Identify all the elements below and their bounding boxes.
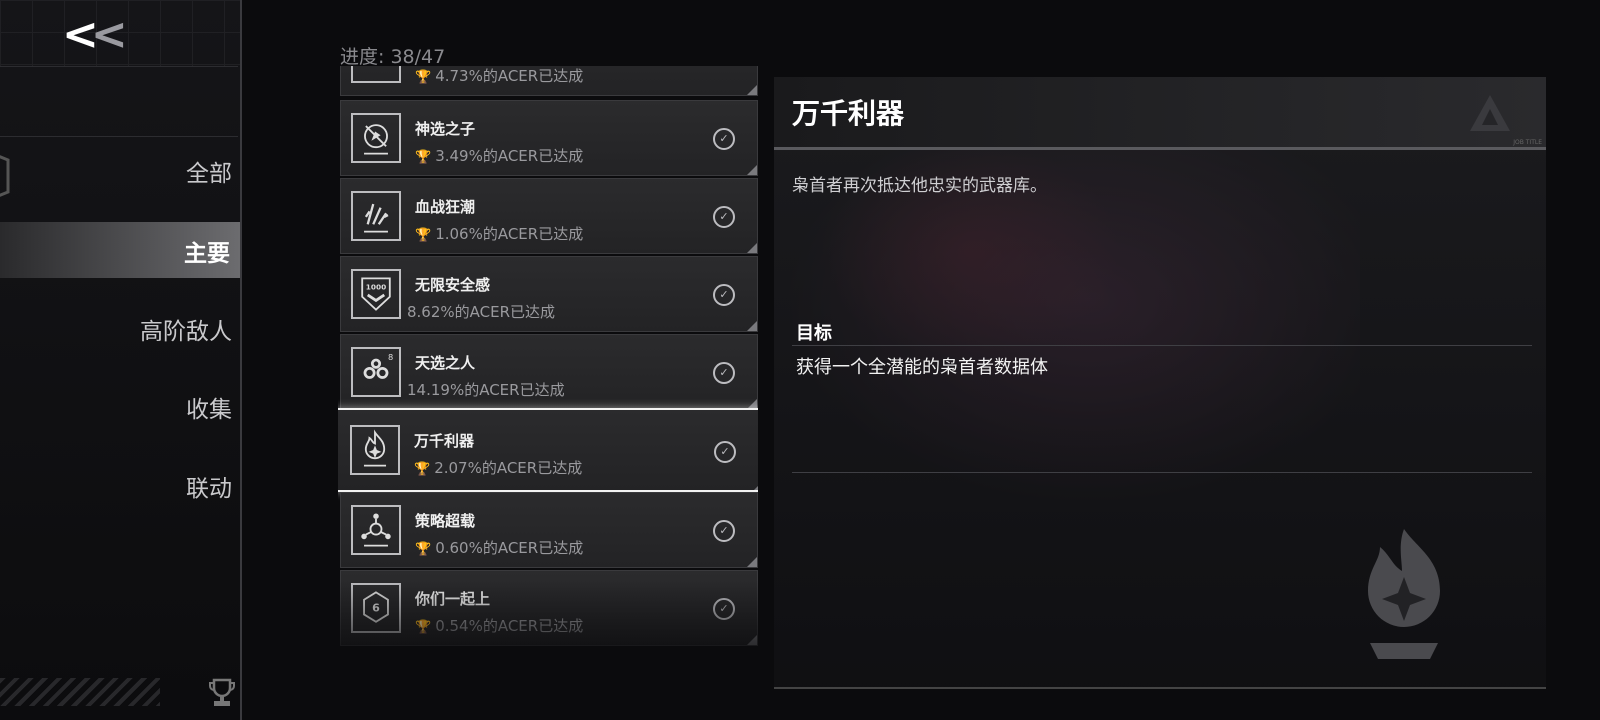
achievement-item[interactable]: 神选之子 🏆 3.49%的ACER已达成 ✓ — [340, 100, 758, 176]
achievement-item[interactable]: 🏆 4.73%的ACER已达成 — [340, 66, 758, 96]
trophy-icon — [209, 678, 235, 706]
achievement-name: 天选之人 — [415, 354, 476, 372]
achievement-list[interactable]: 🏆 4.73%的ACER已达成 神选之子 🏆 3.49%的ACER已达成 ✓ 血战狂… — [338, 66, 758, 652]
divider — [0, 66, 238, 67]
category-collection[interactable]: 收集 — [32, 390, 232, 424]
completed-check-icon: ✓ — [713, 206, 735, 228]
achievement-item[interactable]: 1000 无限安全感 8.62%的ACER已达成 ✓ — [340, 256, 758, 332]
detail-description: 枭首者再次抵达他忠实的武器库。 — [792, 176, 1047, 196]
achievement-name: 无限安全感 — [415, 276, 491, 294]
svg-text:8: 8 — [388, 352, 393, 362]
category-main[interactable]: 主要 — [0, 222, 240, 278]
trophy-icon: 🏆 — [415, 542, 432, 557]
hexagon-decoration-icon — [0, 155, 10, 197]
achievement-name: 你们一起上 — [415, 590, 491, 608]
stripe-decoration — [0, 678, 160, 706]
achievement-item[interactable]: 8 天选之人 14.19%的ACER已达成 ✓ — [340, 334, 758, 410]
brand-logo-icon — [1470, 95, 1510, 131]
detail-title: 万千利器 — [792, 97, 905, 130]
completed-check-icon: ✓ — [713, 362, 735, 384]
trophy-icon: 🏆 — [415, 150, 432, 165]
category-collab[interactable]: 联动 — [32, 469, 232, 503]
completed-check-icon: ✓ — [714, 441, 736, 463]
trophy-icon: 🏆 — [415, 70, 432, 85]
achievement-item-selected[interactable]: 万千利器 🏆 2.07%的ACER已达成 ✓ — [338, 408, 758, 492]
achievement-rate: 🏆 2.07%的ACER已达成 — [414, 459, 583, 477]
back-button[interactable]: << — [62, 10, 142, 60]
network-icon — [351, 505, 401, 555]
achievement-rate: 🏆 3.49%的ACER已达成 — [415, 147, 584, 165]
divider — [792, 472, 1532, 473]
detail-header: 万千利器 JOB TITLE — [774, 77, 1546, 150]
achievement-rate: 🏆 4.73%的ACER已达成 — [415, 67, 584, 85]
achievement-name: 策略超载 — [415, 512, 476, 530]
category-all[interactable]: 全部 — [32, 154, 232, 188]
goal-label: 目标 — [796, 323, 832, 344]
achievement-detail-panel: 万千利器 JOB TITLE 枭首者再次抵达他忠实的武器库。 目标 获得一个全潜… — [774, 77, 1546, 689]
achievement-rate: 14.19%的ACER已达成 — [407, 381, 565, 399]
achievement-name: 神选之子 — [415, 120, 476, 138]
achievement-name: 血战狂潮 — [415, 198, 476, 216]
achievement-item[interactable]: 策略超载 🏆 0.60%的ACER已达成 ✓ — [340, 492, 758, 568]
completed-check-icon: ✓ — [713, 598, 735, 620]
shield-1000-icon: 1000 — [351, 269, 401, 319]
achievement-item[interactable]: 6 你们一起上 🏆 0.54%的ACER已达成 ✓ — [340, 570, 758, 646]
achievement-rate: 🏆 1.06%的ACER已达成 — [415, 225, 584, 243]
achievement-name: 万千利器 — [414, 432, 475, 450]
divider — [792, 345, 1532, 346]
svg-text:1000: 1000 — [366, 282, 386, 291]
trophy-icon: 🏆 — [414, 462, 431, 477]
svg-text:6: 6 — [372, 602, 380, 615]
gears-8-icon: 8 — [351, 347, 401, 397]
completed-check-icon: ✓ — [713, 128, 735, 150]
logo-caption: JOB TITLE — [1513, 139, 1542, 146]
claw-icon — [351, 191, 401, 241]
achievement-rate: 8.62%的ACER已达成 — [407, 303, 556, 321]
trophy-icon: 🏆 — [415, 228, 432, 243]
completed-check-icon: ✓ — [713, 520, 735, 542]
partial-icon — [351, 66, 401, 83]
achievement-item[interactable]: 血战狂潮 🏆 1.06%的ACER已达成 ✓ — [340, 178, 758, 254]
achievement-rate: 🏆 0.60%的ACER已达成 — [415, 539, 584, 557]
category-sidebar: << 全部 主要 高阶敌人 收集 联动 — [0, 0, 242, 720]
flame-star-icon — [1368, 529, 1440, 659]
trophy-icon: 🏆 — [415, 620, 432, 635]
compass-slash-icon — [351, 113, 401, 163]
goal-text: 获得一个全潜能的枭首者数据体 — [796, 357, 1048, 378]
completed-check-icon: ✓ — [713, 284, 735, 306]
progress-counter: 进度: 38/47 — [340, 46, 446, 68]
achievement-rate: 🏆 0.54%的ACER已达成 — [415, 617, 584, 635]
category-elite-enemies[interactable]: 高阶敌人 — [32, 312, 232, 346]
divider — [0, 136, 238, 137]
flame-star-icon — [350, 425, 400, 475]
hex-6-icon: 6 — [351, 583, 401, 633]
